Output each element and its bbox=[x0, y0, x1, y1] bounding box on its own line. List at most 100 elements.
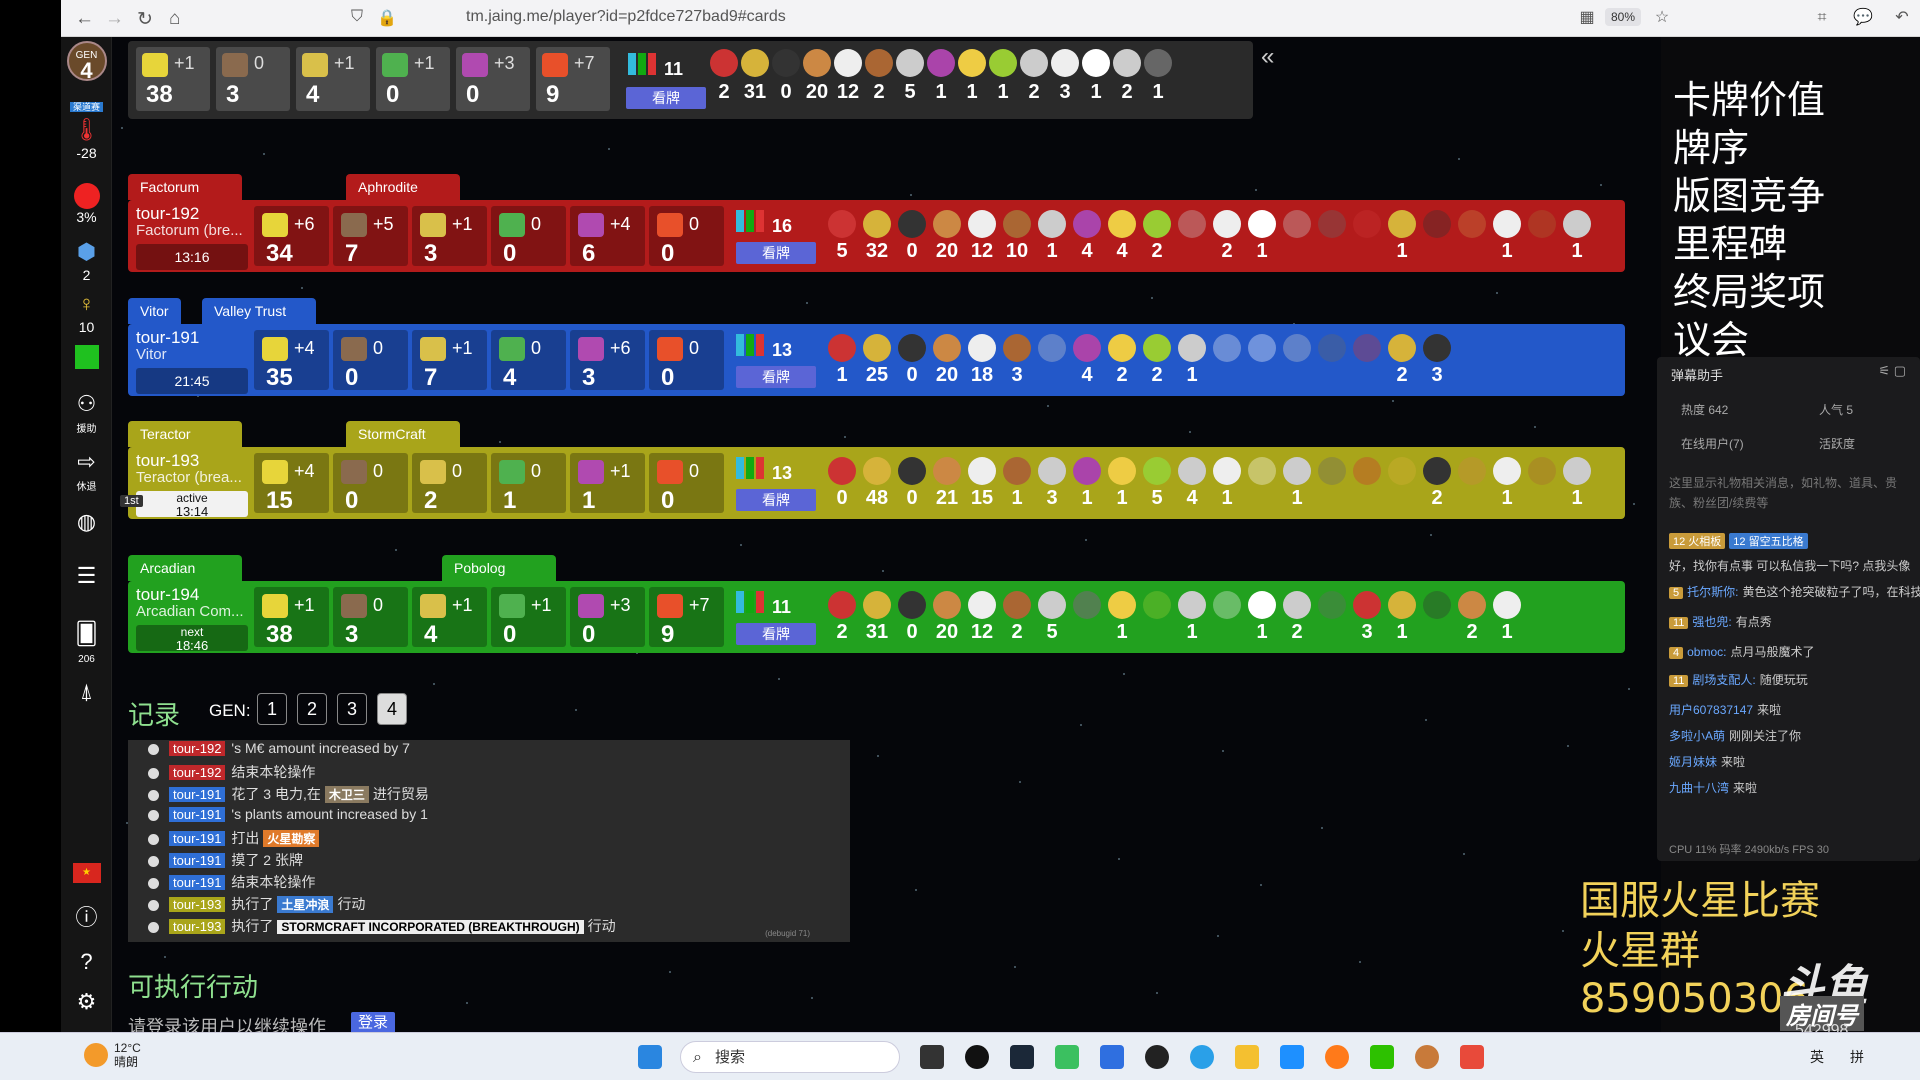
ime-indicator[interactable]: 拼 bbox=[1850, 1047, 1864, 1067]
menu-item[interactable]: 卡牌价值 bbox=[1673, 76, 1913, 124]
corp-tab[interactable]: Aphrodite [breakthrough] bbox=[346, 174, 461, 221]
card-name[interactable]: 木卫三 bbox=[324, 786, 369, 803]
reload-icon[interactable]: ↻ bbox=[137, 8, 153, 31]
production: +1 bbox=[452, 338, 473, 358]
gen-button-3[interactable]: 3 bbox=[337, 693, 367, 725]
player-info[interactable]: tour-192 Factorum (bre... 13:16 bbox=[132, 204, 248, 270]
game-log[interactable]: (debugid 71) tour-192 's M€ amount increa… bbox=[128, 740, 850, 942]
crop-icon[interactable]: ⌗ bbox=[1813, 9, 1831, 27]
corp-tab[interactable]: Factorum [breakthrough] bbox=[128, 174, 243, 221]
see-cards-button[interactable]: 看牌 bbox=[736, 366, 816, 388]
see-cards-button[interactable]: 看牌 bbox=[626, 87, 706, 109]
card-name[interactable]: STORMCRAFT INCORPORATED (BREAKTHROUGH) bbox=[277, 920, 584, 934]
undo-icon[interactable]: ↶ bbox=[1893, 9, 1911, 27]
menu-item[interactable]: 里程碑 bbox=[1673, 220, 1913, 268]
card-name[interactable]: 火星勘察 bbox=[263, 830, 320, 847]
menu-item[interactable]: 终局奖项 bbox=[1673, 268, 1913, 316]
tag-icon bbox=[863, 457, 891, 485]
production: 0 bbox=[531, 461, 542, 481]
obs-icon[interactable] bbox=[1145, 1045, 1169, 1069]
see-cards-button[interactable]: 看牌 bbox=[736, 623, 816, 645]
taskbar-search[interactable]: ⌕ 搜索 bbox=[680, 1041, 900, 1073]
back-icon[interactable]: ← bbox=[75, 8, 94, 30]
weather-widget[interactable]: 12°C 晴朗 bbox=[114, 1041, 141, 1069]
chat-user[interactable]: 强也兜: bbox=[1692, 615, 1731, 629]
tag-icon bbox=[1108, 210, 1136, 238]
tag-icon bbox=[1423, 591, 1451, 619]
cards-button[interactable]: 🂠 206 bbox=[61, 619, 112, 665]
chat-user[interactable]: 九曲十八湾 bbox=[1669, 781, 1729, 795]
chat-user[interactable]: 多啦小A萌 bbox=[1669, 729, 1725, 743]
bullet-icon bbox=[148, 833, 159, 845]
login-button[interactable]: 登录 bbox=[351, 1012, 395, 1034]
lock-icon[interactable]: 🔒 bbox=[377, 8, 397, 28]
amount: 0 bbox=[466, 81, 480, 108]
corp-tab[interactable]: Teractor [breakthrough] bbox=[128, 421, 243, 468]
chat-user[interactable]: obmoc: bbox=[1687, 645, 1726, 659]
panel-controls-icon[interactable]: ⚟ ▢ bbox=[1878, 363, 1906, 379]
tag-count: 0 bbox=[906, 240, 918, 262]
player-info[interactable]: tour-191 Vitor 21:45 bbox=[132, 328, 248, 394]
settings-button[interactable]: ⚙ bbox=[61, 987, 112, 1017]
chat-icon[interactable]: 💬 bbox=[1853, 9, 1873, 27]
see-cards-button[interactable]: 看牌 bbox=[736, 489, 816, 511]
bookmark-star-icon[interactable]: ☆ bbox=[1653, 9, 1671, 27]
language-button[interactable]: ★ bbox=[61, 863, 112, 883]
k-app-icon[interactable] bbox=[1190, 1045, 1214, 1069]
menu-item[interactable]: 版图竞争 bbox=[1673, 172, 1913, 220]
douyu-app-icon[interactable] bbox=[1460, 1045, 1484, 1069]
gen-button-1[interactable]: 1 bbox=[257, 693, 287, 725]
task-view-icon[interactable] bbox=[920, 1045, 944, 1069]
shield-icon[interactable]: ⛉ bbox=[351, 8, 363, 26]
firefox-icon[interactable] bbox=[1325, 1045, 1349, 1069]
app-icon[interactable] bbox=[1415, 1045, 1439, 1069]
weather-icon[interactable] bbox=[84, 1043, 108, 1067]
rocket-button[interactable]: ⍋ bbox=[61, 677, 112, 707]
see-cards-button[interactable]: 看牌 bbox=[736, 242, 816, 264]
gen-button-2[interactable]: 2 bbox=[297, 693, 327, 725]
collapse-icon[interactable]: « bbox=[1261, 43, 1274, 71]
play-icon[interactable] bbox=[1055, 1045, 1079, 1069]
green-square[interactable] bbox=[61, 345, 112, 369]
gen-button-4[interactable]: 4 bbox=[377, 693, 407, 725]
forward-icon[interactable]: → bbox=[105, 8, 124, 30]
corp-tab[interactable]: Vitor bbox=[128, 298, 181, 324]
feishu-icon[interactable] bbox=[1280, 1045, 1304, 1069]
online-users-tab[interactable]: 在线用户(7) bbox=[1681, 435, 1744, 452]
tag-icon bbox=[1528, 457, 1556, 485]
folder-icon[interactable] bbox=[1235, 1045, 1259, 1069]
globe-button[interactable]: ◍ bbox=[61, 507, 112, 537]
menu-item[interactable]: 牌序 bbox=[1673, 124, 1913, 172]
corp-tab[interactable]: Arcadian Communities [breakthrough] bbox=[128, 555, 243, 628]
qq-icon[interactable] bbox=[965, 1045, 989, 1069]
corp-tab[interactable]: Valley Trust [breakthrough] bbox=[202, 298, 317, 345]
wechat-icon[interactable] bbox=[1370, 1045, 1394, 1069]
help-button[interactable]: ⚇ 援助 bbox=[61, 389, 112, 435]
tag-count: 20 bbox=[935, 240, 959, 262]
titanium-icon bbox=[420, 460, 446, 484]
activity-tab[interactable]: 活跃度 bbox=[1819, 435, 1855, 452]
chat-user[interactable]: 剧场支配人: bbox=[1692, 673, 1755, 687]
actions-title: 可执行行动 bbox=[128, 972, 259, 1002]
help-question-button[interactable]: ? bbox=[61, 947, 112, 977]
address-bar[interactable]: tm.jaing.me/player?id=p2fdce727bad9#card… bbox=[466, 8, 786, 26]
card-name[interactable]: 土星冲浪 bbox=[277, 896, 334, 913]
zoom-level[interactable]: 80% bbox=[1605, 8, 1642, 26]
exit-button[interactable]: ⇨ 休退 bbox=[61, 447, 112, 493]
corp-tab[interactable]: Pobolog [breakthrough] bbox=[442, 555, 557, 602]
chat-user[interactable]: 用户607837147 bbox=[1669, 703, 1753, 717]
corp-tab[interactable]: StormCraft Incorporated [breakthrough] bbox=[346, 421, 461, 494]
chat-user[interactable]: 姬月妹妹 bbox=[1669, 755, 1717, 769]
tag-count: 1 bbox=[1571, 487, 1583, 509]
steam-icon[interactable] bbox=[1010, 1045, 1034, 1069]
qr-icon[interactable]: ▦ bbox=[1578, 9, 1596, 27]
home-icon[interactable]: ⌂ bbox=[169, 8, 180, 30]
start-icon[interactable] bbox=[638, 1045, 662, 1069]
info-button[interactable]: ⓘ bbox=[61, 903, 112, 933]
player-info[interactable]: tour-194 Arcadian Com... next 18:46 bbox=[132, 585, 248, 653]
lang-indicator[interactable]: 英 bbox=[1810, 1047, 1824, 1067]
player-info[interactable]: tour-193 Teractor (brea... active 13:14 bbox=[132, 451, 248, 519]
chat-user[interactable]: 托尔斯你: bbox=[1687, 585, 1738, 599]
list-button[interactable]: ☰ bbox=[61, 561, 112, 591]
photos-icon[interactable] bbox=[1100, 1045, 1124, 1069]
